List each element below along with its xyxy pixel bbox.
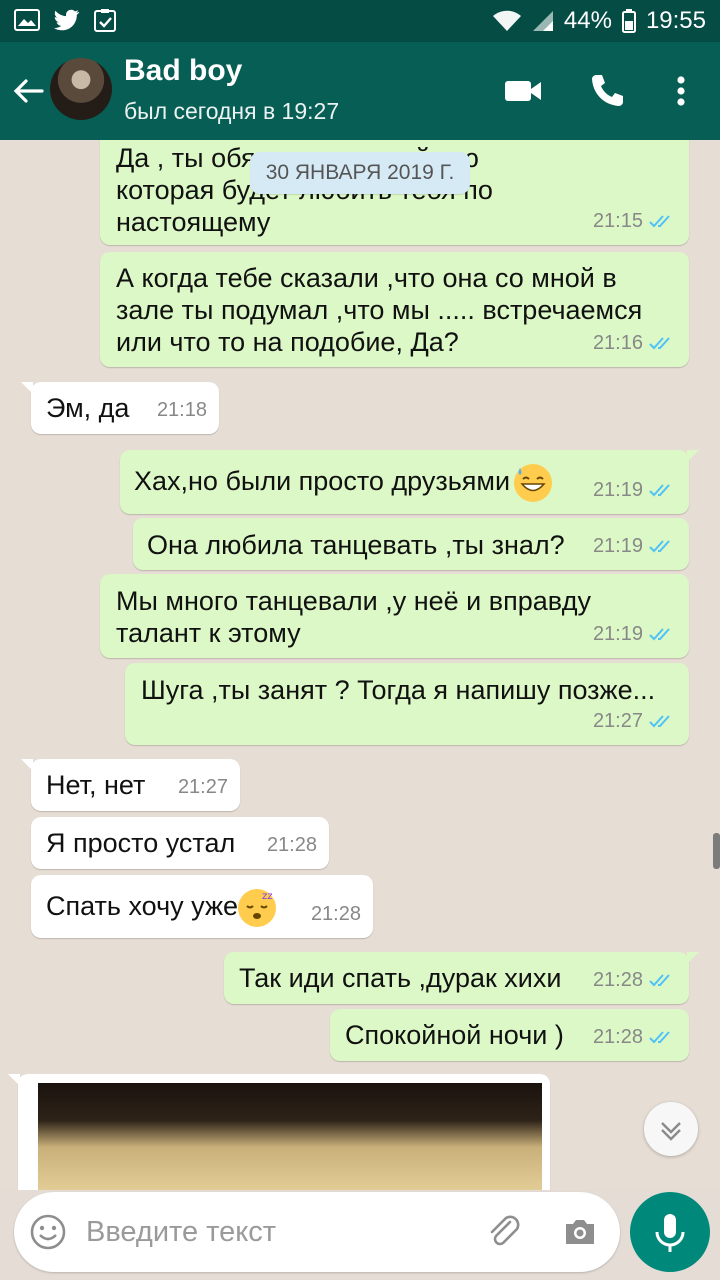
message-incoming[interactable]: Я просто устал 21:28 <box>31 817 329 869</box>
date-chip: 30 ЯНВАРЯ 2019 Г. <box>250 152 470 194</box>
camera-icon[interactable] <box>560 1212 600 1252</box>
message-text: Эм, да <box>46 393 130 423</box>
message-time: 21:27 <box>592 710 643 732</box>
message-time: 21:28 <box>310 903 361 925</box>
double-check-icon <box>649 484 670 497</box>
double-check-icon <box>649 337 670 350</box>
avatar[interactable] <box>50 58 112 120</box>
double-check-icon <box>649 628 670 641</box>
checklist-notification-icon <box>94 9 116 32</box>
message-time: 21:28 <box>592 969 643 991</box>
signal-icon <box>532 11 553 31</box>
message-outgoing[interactable]: Спокойной ночи ) 21:28 <box>330 1009 689 1061</box>
message-incoming[interactable]: Нет, нет 21:27 <box>21 759 240 811</box>
scrollbar-thumb[interactable] <box>713 833 720 869</box>
photo-thumbnail[interactable] <box>38 1083 542 1190</box>
battery-icon <box>621 9 636 33</box>
message-text: Спать хочу уже <box>46 891 239 922</box>
more-vert-icon[interactable] <box>658 68 704 114</box>
mic-button[interactable] <box>630 1192 710 1272</box>
double-check-icon <box>649 974 670 987</box>
message-incoming[interactable]: Эм, да 21:18 <box>21 382 219 434</box>
chat-area[interactable]: Да , ты обя... ешь достойную которая буд… <box>0 140 720 1190</box>
message-outgoing[interactable]: Мы много танцевали ,у неё и вправду тала… <box>100 574 689 658</box>
message-text: Спокойной ночи ) <box>345 1020 564 1050</box>
double-check-icon <box>649 715 670 728</box>
message-text: Она любила танцевать ,ты знал? <box>147 530 565 560</box>
back-arrow-icon[interactable] <box>10 74 46 110</box>
last-seen-status: был сегодня в 19:27 <box>124 98 340 124</box>
message-text: Нет, нет <box>46 770 146 800</box>
battery-percentage: 44% <box>563 7 612 34</box>
message-text: Шуга ,ты занят ? Тогда я напишу позже... <box>141 675 656 705</box>
status-bar: 44% 19:55 <box>0 0 720 42</box>
double-check-icon <box>649 540 670 553</box>
grinning-sweat-emoji-icon <box>514 464 553 502</box>
message-time: 21:18 <box>156 399 207 421</box>
twitter-notification-icon <box>54 9 80 31</box>
message-time: 21:19 <box>592 479 643 501</box>
phone-icon[interactable] <box>584 68 630 114</box>
message-text: Мы много танцевали ,у неё и вправду тала… <box>116 586 592 648</box>
message-incoming[interactable]: Спать хочу уже zz 21:28 <box>31 875 373 938</box>
message-input-bar: Введите текст <box>14 1192 620 1272</box>
message-text: Я просто устал <box>46 828 236 858</box>
clock: 19:55 <box>645 7 706 34</box>
message-time: 21:19 <box>592 623 643 645</box>
message-time: 21:19 <box>592 535 643 557</box>
double-check-icon <box>649 215 670 228</box>
video-call-icon[interactable] <box>500 68 546 114</box>
wifi-icon <box>492 10 521 31</box>
message-outgoing[interactable]: Она любила танцевать ,ты знал? 21:19 <box>133 518 689 570</box>
message-outgoing[interactable]: Шуга ,ты занят ? Тогда я напишу позже...… <box>125 663 689 745</box>
message-text: Хах,но были просто друзьями <box>134 466 511 497</box>
chat-header: Bad boy был сегодня в 19:27 <box>0 42 720 140</box>
gallery-notification-icon <box>14 9 40 31</box>
message-text: А когда тебе сказали ,что она со мной в … <box>116 263 643 357</box>
message-outgoing[interactable]: Хах,но были просто друзьями 21:19 <box>120 450 699 514</box>
emoji-icon[interactable] <box>28 1212 68 1252</box>
message-time: 21:15 <box>592 210 643 232</box>
message-time: 21:27 <box>177 776 228 798</box>
message-input[interactable]: Введите текст <box>86 1216 276 1249</box>
message-outgoing[interactable]: А когда тебе сказали ,что она со мной в … <box>100 252 689 367</box>
message-time: 21:28 <box>266 834 317 856</box>
contact-name[interactable]: Bad boy <box>124 54 242 88</box>
message-time: 21:28 <box>592 1026 643 1048</box>
scroll-to-bottom-button[interactable] <box>644 1102 698 1156</box>
mic-icon <box>655 1214 685 1252</box>
attach-icon[interactable] <box>484 1212 524 1252</box>
double-check-icon <box>649 1031 670 1044</box>
message-outgoing[interactable]: Так иди спать ,дурак хихи 21:28 <box>224 952 699 1004</box>
message-text: Так иди спать ,дурак хихи <box>239 963 562 993</box>
sleeping-emoji-icon: zz <box>238 889 277 927</box>
svg-text:zz: zz <box>262 891 273 902</box>
chevron-down-icon <box>661 1122 681 1141</box>
message-time: 21:16 <box>592 332 643 354</box>
